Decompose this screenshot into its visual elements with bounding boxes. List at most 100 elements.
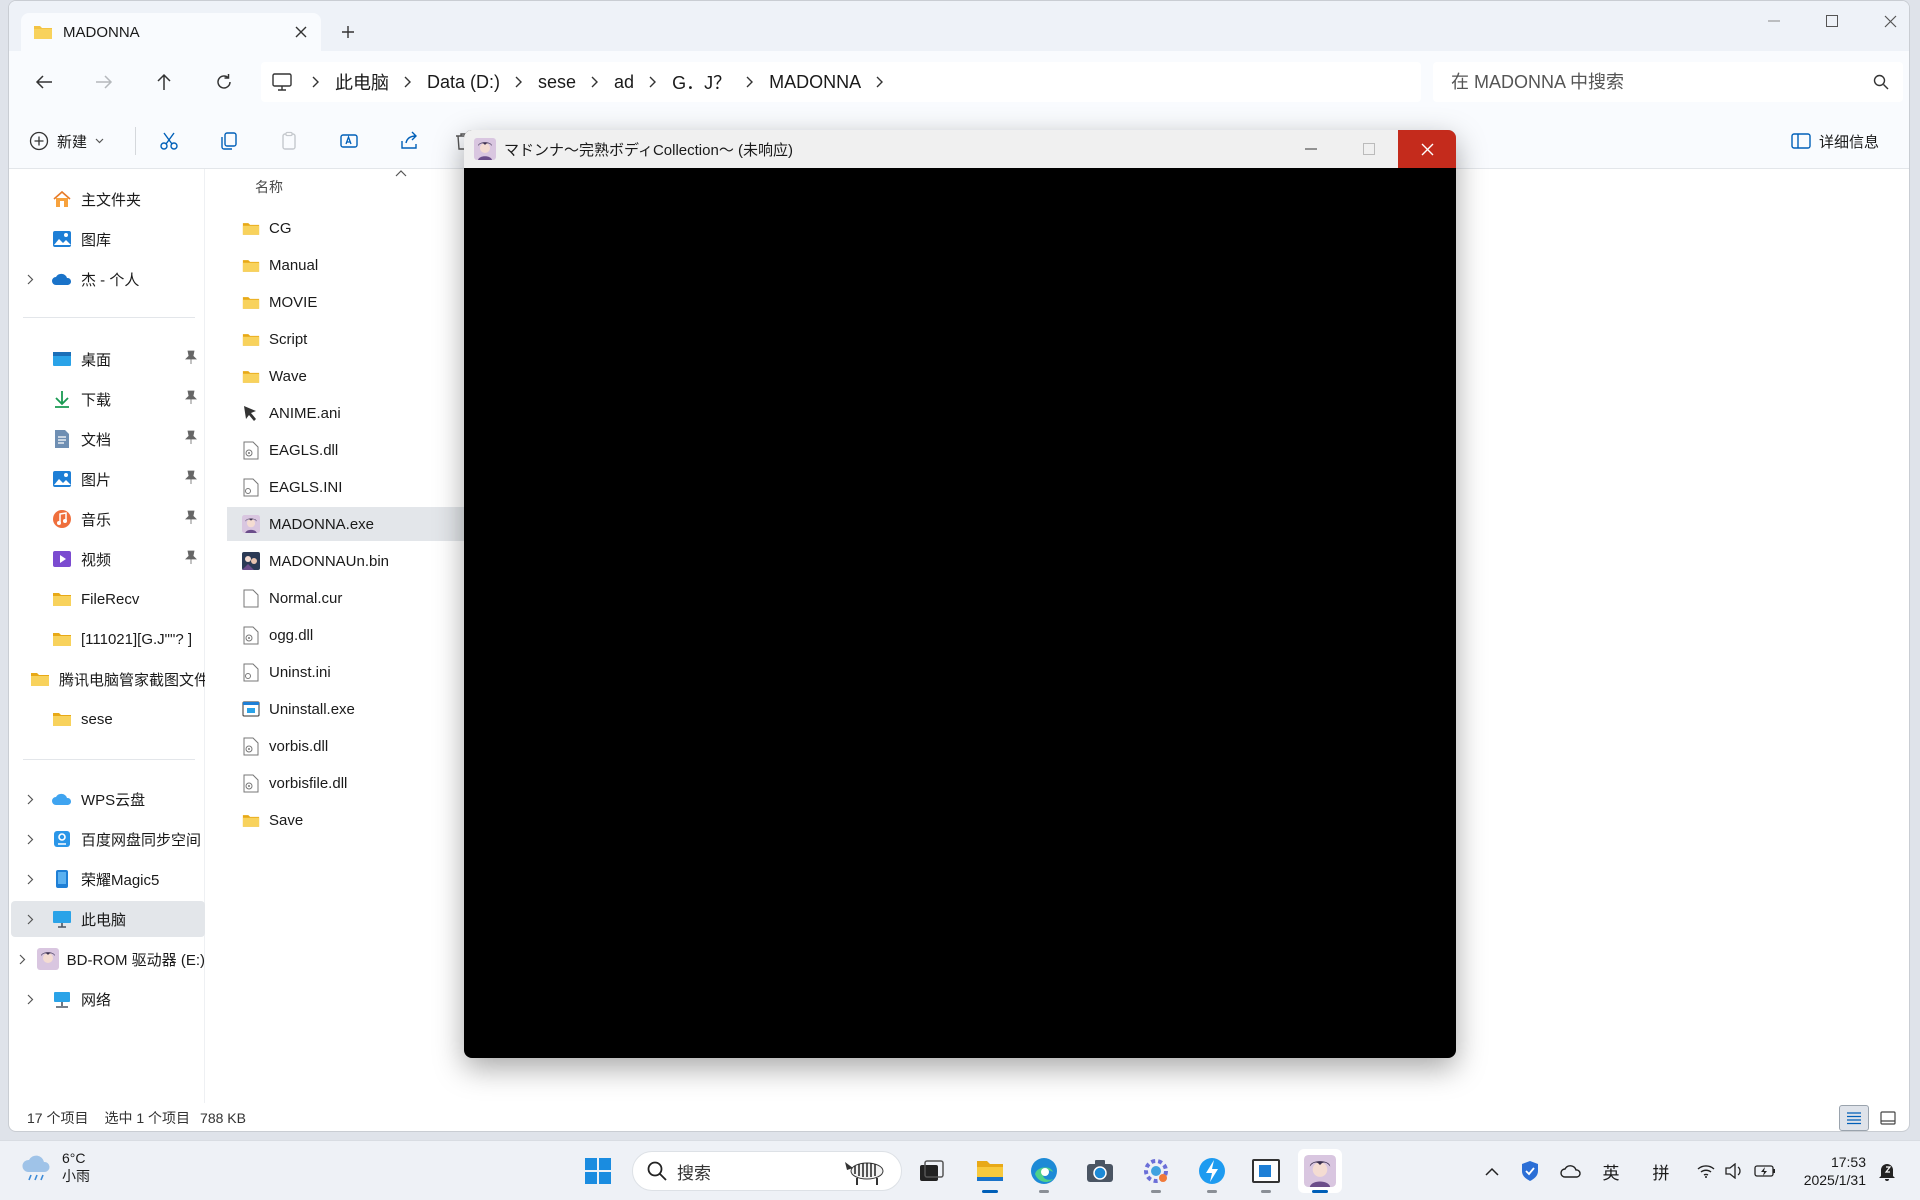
search-box[interactable]: [1433, 62, 1903, 102]
tray-onedrive[interactable]: [1556, 1141, 1586, 1200]
breadcrumb-chevron-icon[interactable]: [634, 62, 672, 102]
sidebar-item[interactable]: WPS云盘: [11, 781, 205, 817]
explorer-tab[interactable]: MADONNA: [21, 13, 321, 51]
taskbar-remote-app[interactable]: [1244, 1149, 1288, 1193]
file-row[interactable]: EAGLS.dll: [227, 433, 477, 467]
sidebar-item[interactable]: 杰 - 个人: [11, 261, 205, 297]
start-button[interactable]: [576, 1149, 620, 1193]
breadcrumb-chevron-icon[interactable]: [861, 62, 899, 102]
new-button[interactable]: 新建: [29, 123, 104, 159]
game-minimize-button[interactable]: [1282, 130, 1340, 168]
sidebar-item[interactable]: 文档: [11, 421, 205, 457]
breadcrumb-item[interactable]: MADONNA: [769, 72, 861, 93]
file-row[interactable]: EAGLS.INI: [227, 470, 477, 504]
sidebar-item[interactable]: 桌面: [11, 341, 205, 377]
chevron-right-icon[interactable]: [19, 941, 27, 977]
sidebar-item[interactable]: 图片: [11, 461, 205, 497]
chevron-right-icon[interactable]: [19, 981, 41, 1017]
sidebar-item[interactable]: 音乐: [11, 501, 205, 537]
cut-button[interactable]: [151, 123, 187, 159]
search-icon[interactable]: [1873, 74, 1889, 90]
file-row[interactable]: Save: [227, 803, 477, 837]
breadcrumb-item[interactable]: G．J？: [672, 69, 731, 95]
notification-button[interactable]: [1872, 1141, 1902, 1200]
paste-button[interactable]: [271, 123, 307, 159]
taskbar-search[interactable]: 搜索: [632, 1151, 902, 1191]
game-maximize-button[interactable]: [1340, 130, 1398, 168]
chevron-right-icon[interactable]: [19, 261, 41, 297]
maximize-button[interactable]: [1803, 1, 1861, 41]
search-input[interactable]: [1451, 71, 1873, 93]
file-row[interactable]: CG: [227, 211, 477, 245]
file-row[interactable]: MADONNAUn.bin: [227, 544, 477, 578]
share-button[interactable]: [391, 123, 427, 159]
sidebar-item[interactable]: 主文件夹: [11, 181, 205, 217]
close-button[interactable]: [1861, 1, 1909, 41]
address-bar[interactable]: 此电脑 Data (D:) sese ad G．J？ MADONNA: [261, 62, 1421, 102]
file-row[interactable]: Script: [227, 322, 477, 356]
forward-button[interactable]: [83, 61, 125, 103]
tiles-view-button[interactable]: [1873, 1105, 1903, 1131]
rename-button[interactable]: [331, 123, 367, 159]
file-row[interactable]: Wave: [227, 359, 477, 393]
taskbar-edge[interactable]: [1022, 1149, 1066, 1193]
sidebar-item[interactable]: 下载: [11, 381, 205, 417]
sidebar-item[interactable]: 腾讯电脑管家截图文件: [11, 661, 205, 697]
file-row[interactable]: MOVIE: [227, 285, 477, 319]
chevron-right-icon[interactable]: [19, 901, 41, 937]
tray-wifi[interactable]: [1694, 1141, 1718, 1200]
tray-security[interactable]: [1516, 1141, 1544, 1200]
tray-volume[interactable]: [1722, 1141, 1746, 1200]
sidebar-item[interactable]: 百度网盘同步空间: [11, 821, 205, 857]
weather-widget[interactable]: 6°C 小雨: [20, 1149, 90, 1185]
file-row[interactable]: MADONNA.exe: [227, 507, 477, 541]
sidebar-item[interactable]: sese: [11, 701, 205, 737]
breadcrumb-chevron-icon[interactable]: [731, 62, 769, 102]
back-button[interactable]: [23, 61, 65, 103]
task-view-button[interactable]: [910, 1149, 954, 1193]
pin-icon[interactable]: [185, 510, 197, 524]
file-row[interactable]: Normal.cur: [227, 581, 477, 615]
game-close-button[interactable]: [1398, 130, 1456, 168]
up-button[interactable]: [143, 61, 185, 103]
chevron-right-icon[interactable]: [19, 861, 41, 897]
sidebar-item[interactable]: 视频: [11, 541, 205, 577]
ime-language[interactable]: 英: [1596, 1141, 1626, 1200]
taskbar-camera[interactable]: [1078, 1149, 1122, 1193]
sort-ascending-icon[interactable]: [395, 169, 407, 177]
pin-icon[interactable]: [185, 550, 197, 564]
breadcrumb-item[interactable]: Data (D:): [427, 72, 500, 93]
copy-button[interactable]: [211, 123, 247, 159]
minimize-button[interactable]: [1745, 1, 1803, 41]
breadcrumb-chevron-icon[interactable]: [500, 62, 538, 102]
clock[interactable]: 17:53 2025/1/31: [1788, 1153, 1866, 1189]
sidebar-item[interactable]: [111021][G.J""? ]: [11, 621, 205, 657]
show-hidden-icons-button[interactable]: [1478, 1141, 1506, 1200]
new-tab-button[interactable]: [335, 19, 361, 45]
sidebar-item[interactable]: 此电脑: [11, 901, 205, 937]
tray-battery[interactable]: [1752, 1141, 1778, 1200]
pin-icon[interactable]: [185, 390, 197, 404]
breadcrumb-item[interactable]: ad: [614, 72, 634, 93]
taskbar-thunder[interactable]: [1190, 1149, 1234, 1193]
refresh-button[interactable]: [203, 61, 245, 103]
taskbar-file-explorer[interactable]: [968, 1149, 1012, 1193]
file-row[interactable]: ogg.dll: [227, 618, 477, 652]
pin-icon[interactable]: [185, 350, 197, 364]
breadcrumb-chevron-icon[interactable]: [389, 62, 427, 102]
file-row[interactable]: Uninstall.exe: [227, 692, 477, 726]
file-row[interactable]: vorbisfile.dll: [227, 766, 477, 800]
file-row[interactable]: vorbis.dll: [227, 729, 477, 763]
breadcrumb-chevron-icon[interactable]: [297, 62, 335, 102]
file-row[interactable]: ANIME.ani: [227, 396, 477, 430]
pin-icon[interactable]: [185, 430, 197, 444]
sidebar-item[interactable]: 网络: [11, 981, 205, 1017]
game-titlebar[interactable]: マドンナ～完熟ボディCollection～ (未响应): [464, 130, 1456, 168]
taskbar-settings-app[interactable]: [1134, 1149, 1178, 1193]
pin-icon[interactable]: [185, 470, 197, 484]
chevron-right-icon[interactable]: [19, 821, 41, 857]
details-view-button[interactable]: [1839, 1105, 1869, 1131]
details-button[interactable]: 详细信息: [1791, 123, 1879, 159]
close-icon[interactable]: [291, 22, 311, 42]
chevron-right-icon[interactable]: [19, 781, 41, 817]
